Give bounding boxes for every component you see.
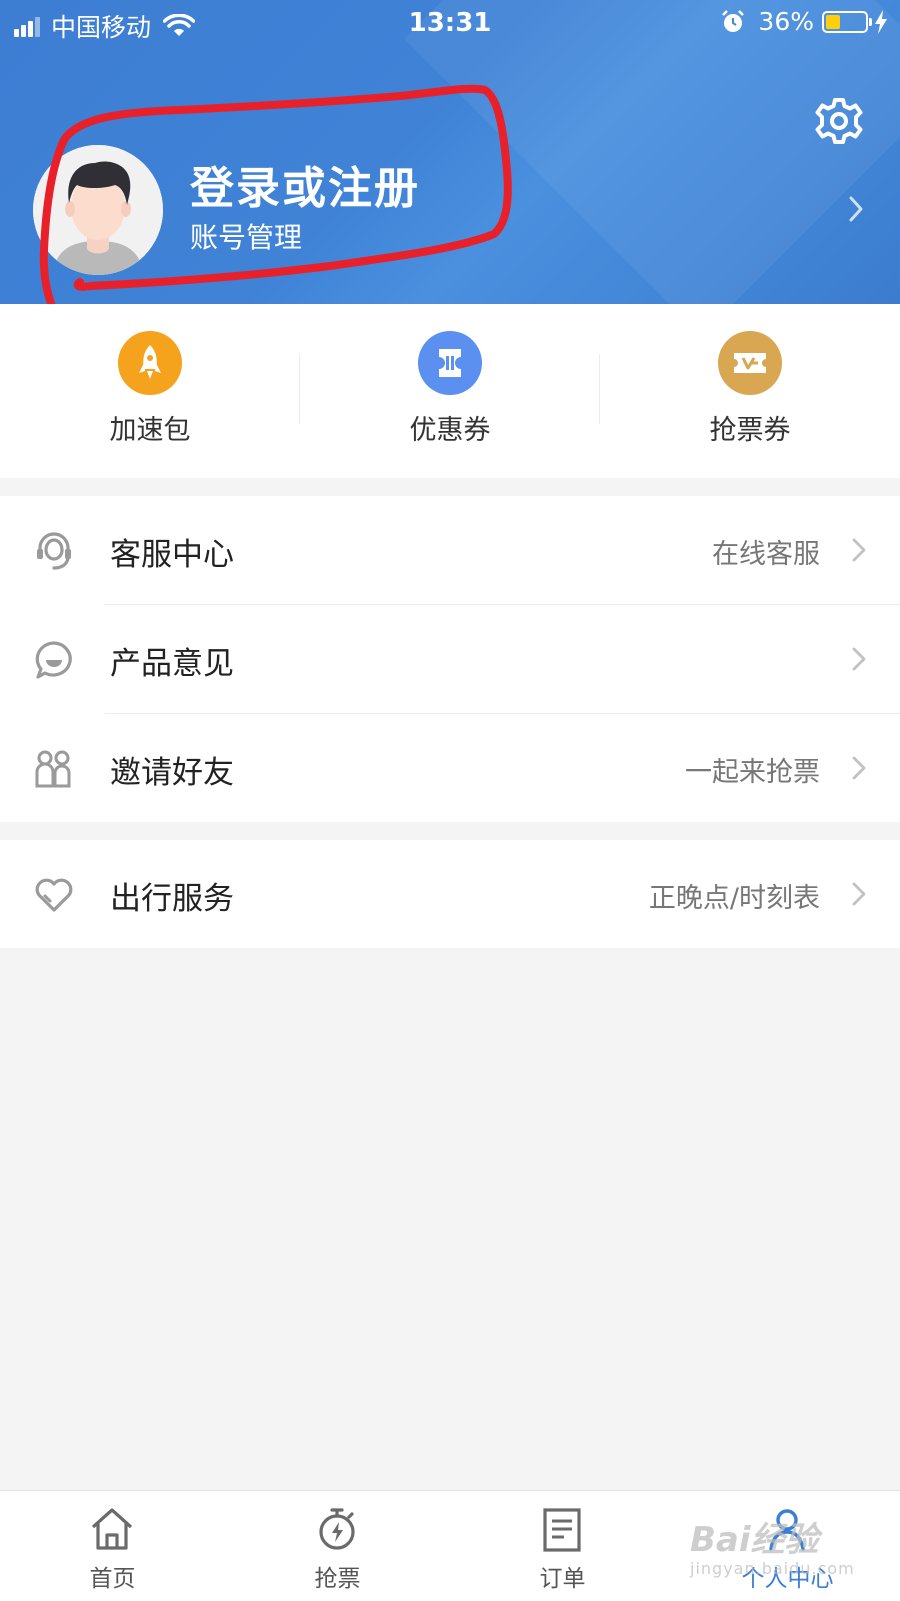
menu-item-travel-service[interactable]: 出行服务 正晚点/时刻表 [0,840,900,948]
chevron-right-icon[interactable] [848,195,864,223]
quick-action-boost-pack[interactable]: 加速包 [0,304,300,478]
tab-label: 个人中心 [741,1566,834,1592]
login-register-title[interactable]: 登录或注册 [190,152,420,216]
tab-home[interactable]: 首页 [0,1491,225,1601]
charging-icon [875,9,887,34]
menu-item-label: 邀请好友 [110,755,234,791]
tab-grab-tickets[interactable]: 抢票 [225,1491,450,1601]
menu-item-label: 产品意见 [110,646,234,682]
stopwatch-icon [319,1508,355,1550]
home-icon [91,1508,133,1550]
headset-icon [37,532,71,570]
tab-label: 首页 [89,1566,136,1592]
person-icon [769,1509,805,1551]
friends-icon [35,750,71,788]
default-avatar-icon [33,145,163,275]
tab-personal-center[interactable]: 个人中心 [675,1491,900,1601]
quick-action-ticket-voucher[interactable]: 抢票券 [600,304,900,478]
menu-item-label: 出行服务 [110,881,234,917]
menu-item-value: 正晚点/时刻表 [648,883,820,914]
chevron-right-icon [852,756,866,780]
chevron-right-icon [852,882,866,906]
battery-icon [822,10,872,33]
battery-percent: 36% [758,7,814,36]
bottom-tab-bar: 首页 抢票 订单 个人中心 [0,1490,900,1601]
coupon-icon [418,331,482,395]
menu-item-invite-friends[interactable]: 邀请好友 一起来抢票 [0,714,900,822]
menu-item-value: 在线客服 [712,539,820,570]
quick-action-label: 优惠券 [409,415,491,446]
order-list-icon [543,1508,581,1552]
status-bar: 中国移动 13:31 36% [0,0,900,44]
menu-item-customer-service[interactable]: 客服中心 在线客服 [0,496,900,604]
rocket-icon [118,331,182,395]
tab-label: 订单 [539,1566,586,1592]
tab-label: 抢票 [314,1566,361,1592]
menu-group-support: 客服中心 在线客服 产品意见 邀请好友 一起来抢票 [0,496,900,822]
feedback-chat-icon [35,641,72,679]
avatar[interactable] [33,145,163,275]
quick-action-label: 抢票券 [709,415,791,446]
quick-actions-panel: 加速包 优惠券 抢票券 [0,304,900,478]
quick-action-label: 加速包 [109,415,191,446]
alarm-icon [722,9,745,32]
account-management-label[interactable]: 账号管理 [190,216,302,256]
menu-item-value: 一起来抢票 [685,757,820,788]
menu-group-travel: 出行服务 正晚点/时刻表 [0,840,900,948]
menu-item-product-feedback[interactable]: 产品意见 [0,605,900,713]
settings-gear-icon[interactable] [814,96,864,146]
ticket-icon [718,331,782,395]
menu-item-label: 客服中心 [110,537,234,573]
chevron-right-icon [852,647,866,671]
chevron-right-icon [852,538,866,562]
status-time: 13:31 [408,8,492,38]
profile-header: 中国移动 13:31 36% 登录或注册 账号管理 [0,0,900,304]
tab-orders[interactable]: 订单 [450,1491,675,1601]
quick-action-coupon[interactable]: 优惠券 [300,304,600,478]
heart-icon [35,878,73,912]
